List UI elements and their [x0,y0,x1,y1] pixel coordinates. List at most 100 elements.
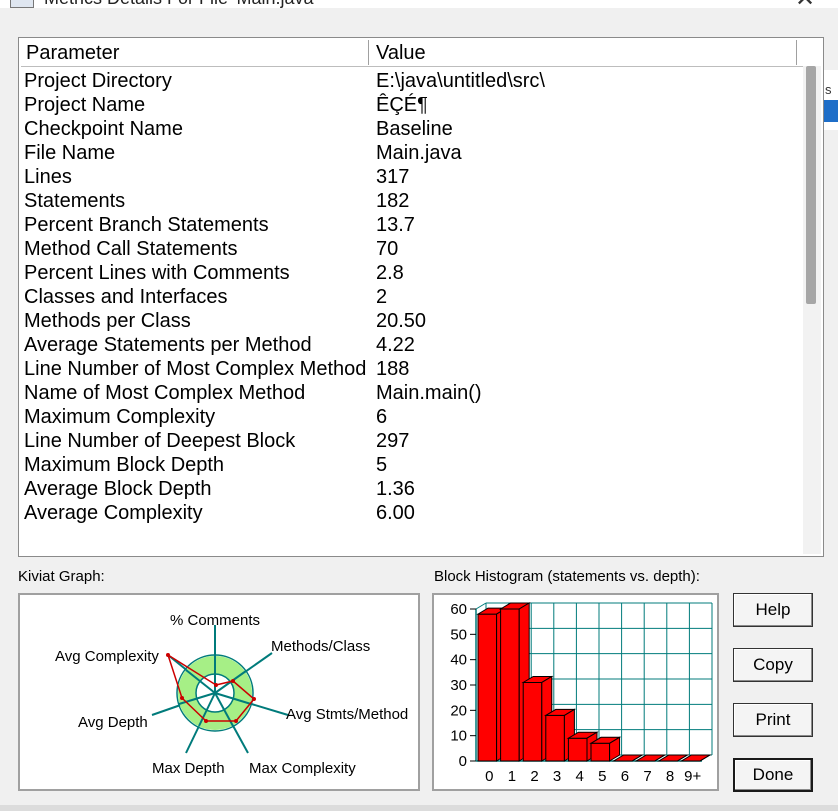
histogram-bar [545,714,565,762]
list-item[interactable]: Maximum Complexity 6 [24,405,794,429]
kiviat-axis-avg-depth: Avg Depth [78,714,148,731]
kiviat-axis-avg-complexity: Avg Complexity [55,648,159,665]
list-item[interactable]: Average Complexity 6.00 [24,501,794,525]
parameter-cell: Method Call Statements [24,238,238,260]
parameter-cell: Project Name [24,94,146,116]
kiviat-graph-panel: % Comments Methods/Class Avg Stmts/Metho… [18,593,420,791]
histogram-bar [567,737,588,762]
histogram-bar [590,742,611,762]
value-cell: 70 [376,238,399,260]
value-cell: 2.8 [376,262,404,284]
copy-button[interactable]: Copy [733,648,813,682]
y-tick-label: 30 [450,677,467,694]
x-tick-label: 2 [530,768,538,785]
value-cell: 6 [376,406,388,428]
title-bar: Metrics Details For File 'Main.java' ✕ [0,0,838,8]
y-tick-label: 10 [450,728,467,745]
x-tick-label: 4 [576,768,584,785]
y-tick-label: 60 [450,601,467,618]
histogram-bar [500,608,520,762]
list-item[interactable]: Checkpoint Name Baseline [24,117,794,141]
x-tick-label: 9+ [684,768,701,785]
parameter-cell: Average Block Depth [24,478,212,500]
list-item[interactable]: Percent Lines with Comments 2.8 [24,261,794,285]
list-item[interactable]: File Name Main.java [24,141,794,165]
parameter-cell: Classes and Interfaces [24,286,228,308]
parameter-cell: Average Complexity [24,502,203,524]
list-item[interactable]: Statements 182 [24,189,794,213]
parameter-cell: Project Directory [24,70,172,92]
parameter-cell: Line Number of Most Complex Method [24,358,367,380]
parameter-cell: Methods per Class [24,310,191,332]
background-text: s [825,82,832,97]
parameter-cell: Line Number of Deepest Block [24,430,296,452]
parameter-cell: Statements [24,190,126,212]
list-item[interactable]: Classes and Interfaces 2 [24,285,794,309]
close-icon[interactable]: ✕ [795,0,815,8]
parameter-cell: Checkpoint Name [24,118,183,140]
value-cell: Main.java [376,142,462,164]
list-item[interactable]: Line Number of Deepest Block 297 [24,429,794,453]
metrics-list[interactable]: Parameter Value Project Directory E:\java… [18,37,824,557]
value-cell: 1.36 [376,478,415,500]
value-cell: 188 [376,358,410,380]
x-tick-label: 5 [598,768,606,785]
value-cell: 182 [376,190,410,212]
background-accent [822,100,838,122]
value-cell: 297 [376,430,410,452]
kiviat-axis-comments: % Comments [170,612,260,629]
value-cell: 13.7 [376,214,415,236]
value-cell: 20.50 [376,310,427,332]
help-button[interactable]: Help [733,593,813,627]
histogram-label: Block Histogram (statements vs. depth): [434,568,700,585]
scrollbar-thumb[interactable] [806,66,816,304]
value-cell: 317 [376,166,410,188]
print-button[interactable]: Print [733,703,813,737]
y-tick-label: 40 [450,652,467,669]
x-tick-label: 7 [643,768,651,785]
list-item[interactable]: Project Directory E:\java\untitled\src\ [24,69,794,93]
kiviat-axis-max-depth: Max Depth [152,760,225,777]
histogram-bar [477,613,498,762]
parameter-cell: Name of Most Complex Method [24,382,306,404]
parameter-cell: File Name [24,142,116,164]
axis-depth-edge [475,602,487,610]
vertical-scrollbar[interactable] [803,66,821,554]
value-cell: Main.main() [376,382,482,404]
column-header-parameter[interactable]: Parameter [21,40,369,65]
list-item[interactable]: Line Number of Most Complex Method 188 [24,357,794,381]
list-item[interactable]: Method Call Statements 70 [24,237,794,261]
x-tick-label: 8 [666,768,674,785]
kiviat-axis-max-complexity: Max Complexity [249,760,356,777]
list-item[interactable]: Lines 317 [24,165,794,189]
parameter-cell: Maximum Complexity [24,406,216,428]
list-item[interactable]: Average Block Depth 1.36 [24,477,794,501]
kiviat-graph-label: Kiviat Graph: [18,568,105,585]
list-item[interactable]: Maximum Block Depth 5 [24,453,794,477]
value-cell: 5 [376,454,388,476]
column-header-value[interactable]: Value [370,40,797,65]
value-cell: E:\java\untitled\src\ [376,70,545,92]
value-cell: ÊÇÉ¶ [376,94,428,116]
x-tick-label: 0 [485,768,493,785]
kiviat-axis-avg-stmts-method: Avg Stmts/Method [286,706,408,723]
list-item[interactable]: Methods per Class 20.50 [24,309,794,333]
window-bottom-edge [0,805,838,811]
background-window-strip: s [822,70,838,130]
parameter-cell: Average Statements per Method [24,334,312,356]
done-button[interactable]: Done [733,758,813,792]
list-item[interactable]: Average Statements per Method 4.22 [24,333,794,357]
x-tick-label: 6 [621,768,629,785]
histogram-panel: 0 10 20 30 40 50 60 0 1 2 3 4 5 6 7 8 9+ [432,593,719,791]
block-histogram: 01020304050600 1 2 3 4 5 6 7 8 9+ [450,601,713,785]
histogram-bar [522,681,543,762]
list-item[interactable]: Name of Most Complex Method Main.main() [24,381,794,405]
list-header: Parameter Value [21,40,813,67]
window-icon [10,0,34,8]
y-tick-label: 0 [459,753,467,770]
kiviat-graph: % Comments Methods/Class Avg Stmts/Metho… [55,612,408,777]
list-item[interactable]: Project Name ÊÇÉ¶ [24,93,794,117]
parameter-cell: Maximum Block Depth [24,454,225,476]
list-item[interactable]: Percent Branch Statements 13.7 [24,213,794,237]
value-cell: Baseline [376,118,453,140]
